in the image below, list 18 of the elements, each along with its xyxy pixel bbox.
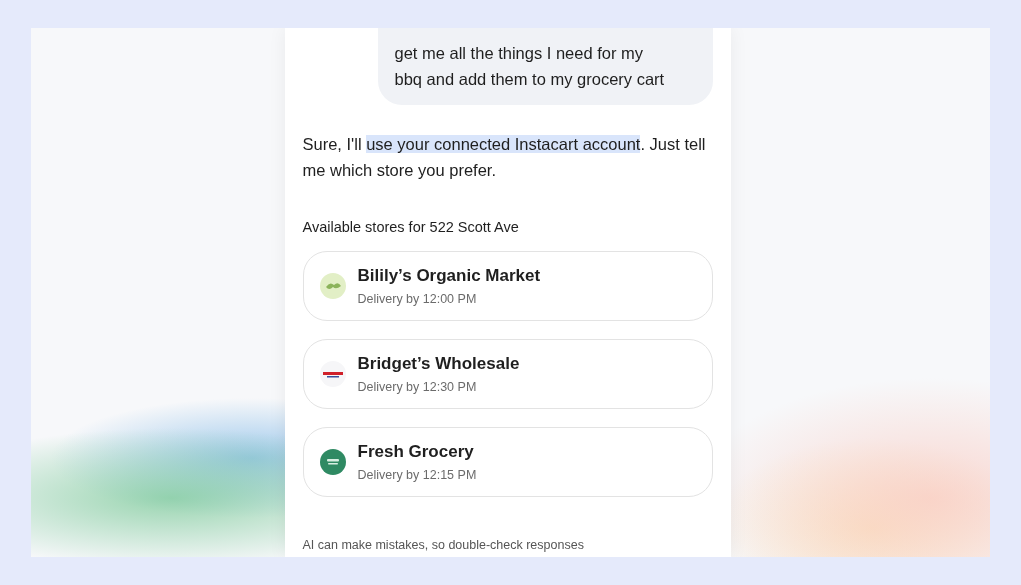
delivery-time: Delivery by 12:00 PM (357, 292, 478, 306)
delivery-time: Delivery by 12:30 PM (357, 380, 478, 394)
highlighted-text: use your connected Instacart account (366, 135, 641, 153)
message-line: get me all the things I need for my (394, 43, 645, 64)
stores-heading: Available stores for 522 Scott Ave (302, 219, 520, 235)
message-line: bbq and add them to my grocery cart (394, 69, 666, 90)
store-name: Fresh Grocery (357, 442, 475, 462)
store-logo-icon (319, 449, 346, 475)
store-card[interactable]: Bridget’s Wholesale Delivery by 12:30 PM (302, 339, 713, 409)
store-name: Bilily’s Organic Market (357, 266, 541, 286)
disclaimer: AI can make mistakes, so double-check responses (302, 538, 585, 552)
store-logo-icon (319, 273, 346, 299)
store-name: Bridget’s Wholesale (357, 354, 520, 374)
store-logo-icon (319, 361, 346, 387)
reply-paragraph: Sure, I'll use your connected Instacart account. Just tell me which store you prefer. (302, 134, 707, 181)
store-card[interactable]: Fresh Grocery Delivery by 12:15 PM (302, 427, 713, 497)
store-card[interactable]: Bilily’s Organic Market Delivery by 12:00 PM (302, 251, 713, 321)
delivery-time: Delivery by 12:15 PM (357, 468, 477, 482)
